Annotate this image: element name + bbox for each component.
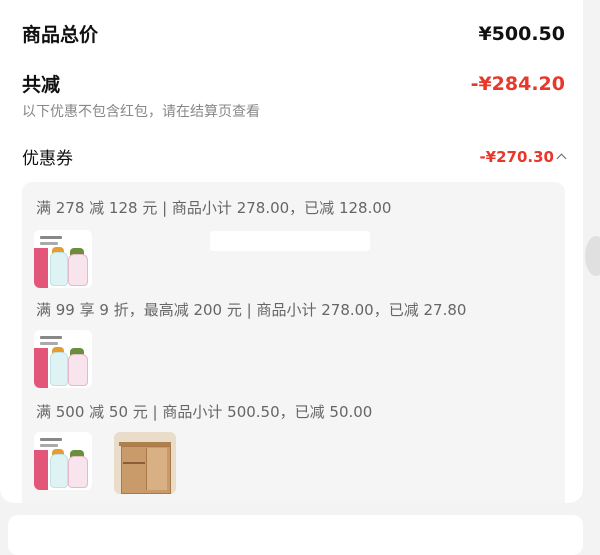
discount-label: 共减 xyxy=(22,74,61,96)
coupon-row[interactable]: 优惠券 -¥270.30 xyxy=(22,144,567,169)
coupon-toggle[interactable]: -¥270.30 xyxy=(479,147,567,166)
discount-value: -¥284.20 xyxy=(470,72,565,95)
product-thumbnail-water-bottle[interactable] xyxy=(34,432,92,490)
total-label: 商品总价 xyxy=(22,24,99,46)
promotion-text: 满 99 享 9 折，最高减 200 元 | 商品小计 278.00，已减 27… xyxy=(36,301,467,319)
right-edge-handle[interactable] xyxy=(585,236,600,276)
product-thumbnail-cabinet[interactable] xyxy=(114,432,176,494)
order-discount-sheet: 商品总价 ¥500.50 共减 -¥284.20 以下优惠不包含红包，请在结算页… xyxy=(0,0,583,503)
product-thumbnail-water-bottle[interactable] xyxy=(34,330,92,388)
coupon-value: -¥270.30 xyxy=(479,147,554,166)
chevron-up-icon xyxy=(556,153,567,164)
total-row: 商品总价 ¥500.50 xyxy=(22,20,565,47)
next-card xyxy=(8,515,583,555)
promotion-text: 满 500 减 50 元 | 商品小计 500.50，已减 50.00 xyxy=(36,403,373,421)
discount-note: 以下优惠不包含红包，请在结算页查看 xyxy=(22,104,260,120)
coupon-label: 优惠券 xyxy=(22,149,73,169)
total-value: ¥500.50 xyxy=(478,22,565,45)
discount-row: 共减 -¥284.20 xyxy=(22,70,565,97)
promotion-text: 满 278 减 128 元 | 商品小计 278.00，已减 128.00 xyxy=(36,199,392,217)
redacted-area xyxy=(210,231,370,251)
product-thumbnail-water-bottle[interactable] xyxy=(34,230,92,288)
